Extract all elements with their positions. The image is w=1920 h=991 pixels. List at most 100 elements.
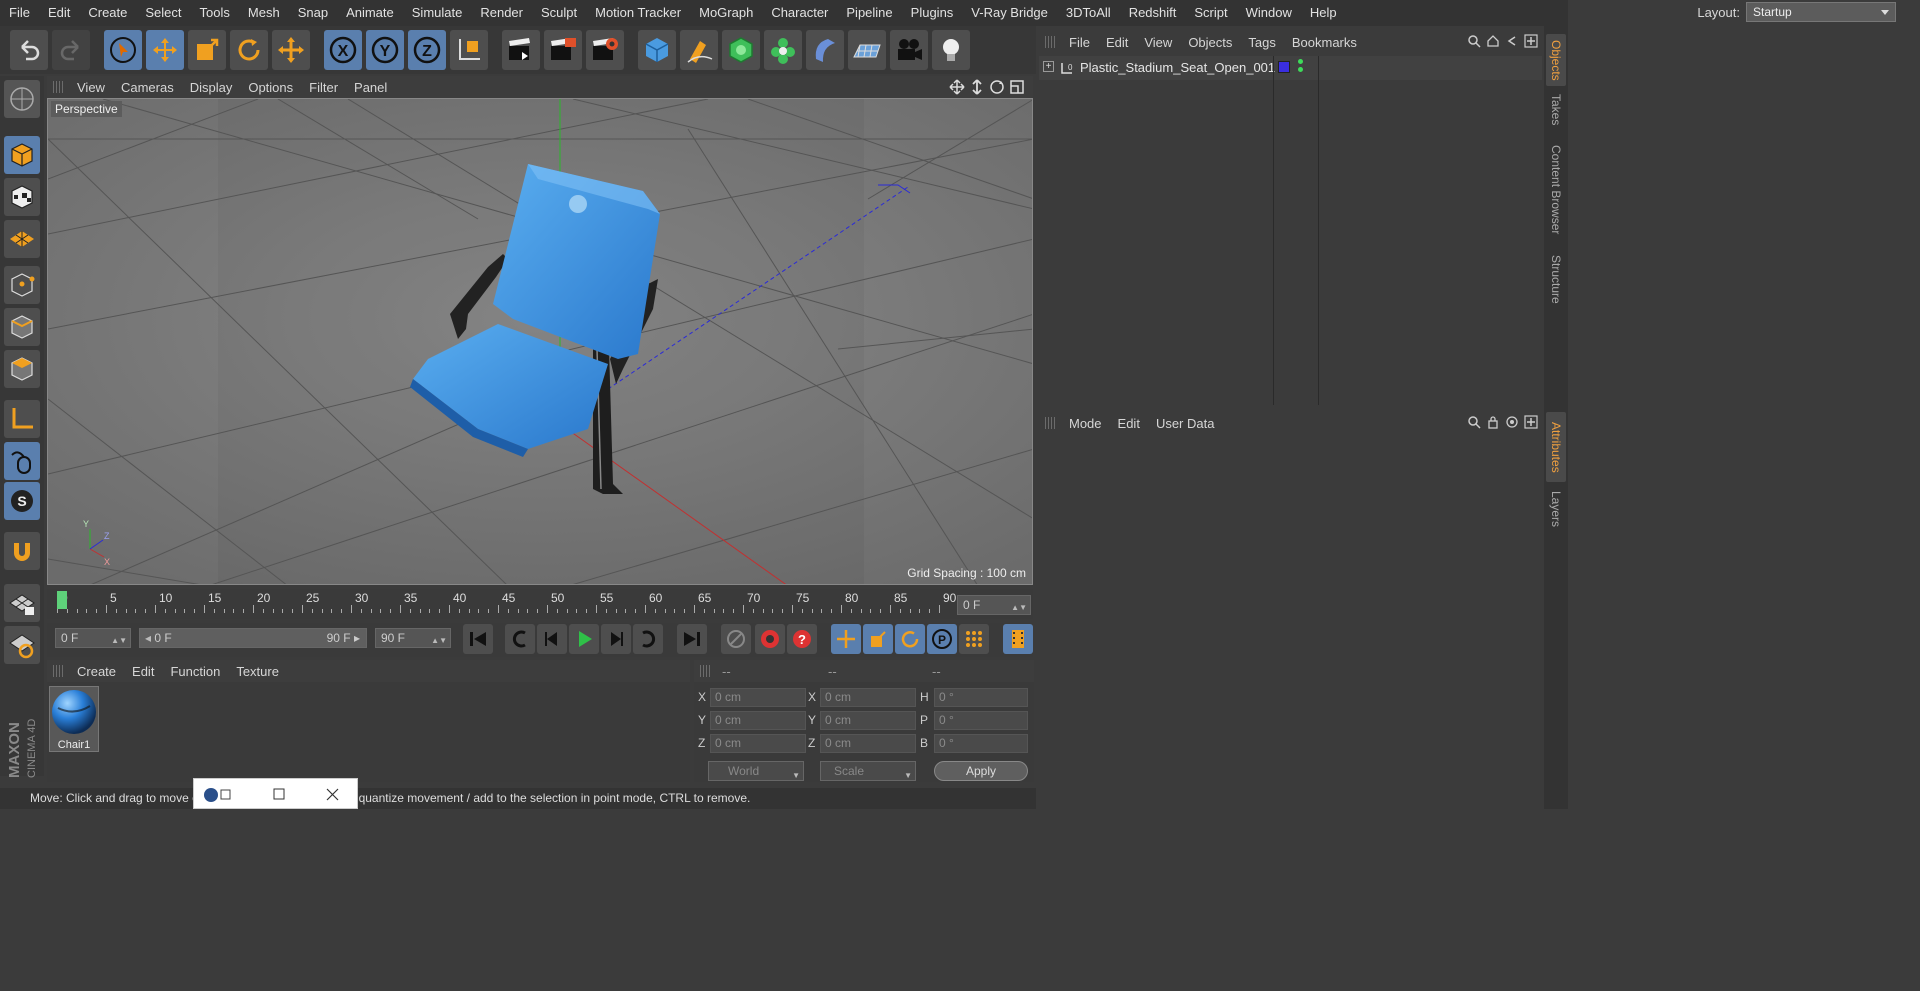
next-keyframe-button[interactable] <box>633 624 663 654</box>
lock-icon[interactable] <box>1486 415 1500 429</box>
camera-button[interactable] <box>890 30 928 70</box>
viewport-menu-display[interactable]: Display <box>182 80 241 95</box>
viewport-menu-view[interactable]: View <box>69 80 113 95</box>
new-panel-icon[interactable] <box>1524 415 1538 429</box>
key-pla-button[interactable] <box>959 624 989 654</box>
menu-snap[interactable]: Snap <box>289 0 337 26</box>
display-color-tag-icon[interactable] <box>1278 61 1290 73</box>
menu-help[interactable]: Help <box>1301 0 1346 26</box>
key-position-button[interactable] <box>831 624 861 654</box>
z-axis-lock-button[interactable]: Z <box>408 30 446 70</box>
previous-keyframe-button[interactable] <box>505 624 535 654</box>
menu-select[interactable]: Select <box>136 0 190 26</box>
viewport-menu-cameras[interactable]: Cameras <box>113 80 182 95</box>
apply-button[interactable]: Apply <box>934 761 1028 781</box>
object-menu-bookmarks[interactable]: Bookmarks <box>1284 35 1365 50</box>
tab-takes[interactable]: Takes <box>1546 90 1566 130</box>
workplane-mode-button[interactable] <box>4 220 40 258</box>
menu-file[interactable]: File <box>0 0 39 26</box>
menu-script[interactable]: Script <box>1185 0 1236 26</box>
coordinate-system-button[interactable] <box>450 30 488 70</box>
tab-content-browser[interactable]: Content Browser <box>1546 136 1566 244</box>
autokey-button[interactable]: ? <box>787 624 817 654</box>
scale-tool-button[interactable] <box>188 30 226 70</box>
transform-tool-button[interactable] <box>272 30 310 70</box>
render-view-button[interactable] <box>502 30 540 70</box>
start-frame-field[interactable]: 0 F ▲▼ <box>55 628 131 648</box>
keyframe-selection-button[interactable] <box>721 624 751 654</box>
menu-3dtoall[interactable]: 3DToAll <box>1057 0 1120 26</box>
menu-tools[interactable]: Tools <box>191 0 239 26</box>
coordinate-value-field[interactable]: 0 cm <box>820 734 916 753</box>
planar-workplane-button[interactable] <box>4 626 40 664</box>
next-frame-button[interactable] <box>601 624 631 654</box>
menu-simulate[interactable]: Simulate <box>403 0 472 26</box>
axis-mode-button[interactable] <box>4 400 40 438</box>
timeline-window-button[interactable] <box>1003 624 1033 654</box>
floor-button[interactable] <box>848 30 886 70</box>
viewport-menu-options[interactable]: Options <box>240 80 301 95</box>
key-parameter-button[interactable]: P <box>927 624 957 654</box>
menu-pipeline[interactable]: Pipeline <box>837 0 901 26</box>
coordinate-value-field[interactable]: 0 cm <box>710 734 806 753</box>
coordinate-value-field[interactable]: 0 cm <box>820 711 916 730</box>
attribute-menu-user-data[interactable]: User Data <box>1148 416 1223 431</box>
render-visibility-dot[interactable] <box>1298 67 1303 72</box>
cloner-button[interactable] <box>764 30 802 70</box>
navigate-back-icon[interactable] <box>1505 34 1519 48</box>
object-menu-file[interactable]: File <box>1061 35 1098 50</box>
add-cube-button[interactable] <box>638 30 676 70</box>
menu-mograph[interactable]: MoGraph <box>690 0 762 26</box>
menu-mesh[interactable]: Mesh <box>239 0 289 26</box>
pan-view-icon[interactable] <box>949 79 965 95</box>
object-menu-objects[interactable]: Objects <box>1180 35 1240 50</box>
coordinate-value-field[interactable]: 0 ° <box>934 711 1028 730</box>
menu-animate[interactable]: Animate <box>337 0 403 26</box>
snap-button[interactable] <box>4 532 40 570</box>
undo-button[interactable] <box>10 30 48 70</box>
new-panel-icon[interactable] <box>1524 34 1538 48</box>
points-mode-button[interactable] <box>4 266 40 304</box>
menu-redshift[interactable]: Redshift <box>1120 0 1186 26</box>
key-scale-button[interactable] <box>863 624 893 654</box>
coordinate-mode-select[interactable]: Scale ▼ <box>820 761 916 781</box>
editor-visibility-dot[interactable] <box>1298 59 1303 64</box>
redo-button[interactable] <box>52 30 90 70</box>
material-menu-texture[interactable]: Texture <box>228 664 287 679</box>
object-name[interactable]: Plastic_Stadium_Seat_Open_001 <box>1080 60 1275 75</box>
record-button[interactable] <box>755 624 785 654</box>
tab-attributes[interactable]: Attributes <box>1546 412 1566 482</box>
timeline-ruler[interactable]: 051015202530354045505560657075808590 0 F… <box>47 589 1033 619</box>
menu-create[interactable]: Create <box>79 0 136 26</box>
menu-plugins[interactable]: Plugins <box>902 0 963 26</box>
rotate-tool-button[interactable] <box>230 30 268 70</box>
model-mode-button[interactable] <box>4 136 40 174</box>
object-menu-edit[interactable]: Edit <box>1098 35 1136 50</box>
material-menu-function[interactable]: Function <box>162 664 228 679</box>
menu-v-ray-bridge[interactable]: V-Ray Bridge <box>962 0 1057 26</box>
go-to-start-button[interactable] <box>463 624 493 654</box>
viewport-menu-panel[interactable]: Panel <box>346 80 395 95</box>
render-picture-viewer-button[interactable] <box>544 30 582 70</box>
polygons-mode-button[interactable] <box>4 350 40 388</box>
timeline-playhead[interactable] <box>57 591 67 609</box>
deformer-button[interactable] <box>806 30 844 70</box>
locked-workplane-button[interactable] <box>4 584 40 622</box>
y-axis-lock-button[interactable]: Y <box>366 30 404 70</box>
move-tool-button[interactable] <box>146 30 184 70</box>
render-settings-button[interactable] <box>586 30 624 70</box>
menu-character[interactable]: Character <box>762 0 837 26</box>
tab-layers[interactable]: Layers <box>1546 486 1566 532</box>
layout-select[interactable]: Startup <box>1746 2 1896 22</box>
select-tool-button[interactable] <box>104 30 142 70</box>
zoom-view-icon[interactable] <box>969 79 985 95</box>
object-menu-view[interactable]: View <box>1136 35 1180 50</box>
material-menu-edit[interactable]: Edit <box>124 664 162 679</box>
maximize-view-icon[interactable] <box>1009 79 1025 95</box>
go-to-end-button[interactable] <box>677 624 707 654</box>
menu-motion-tracker[interactable]: Motion Tracker <box>586 0 690 26</box>
search-icon[interactable] <box>1467 415 1481 429</box>
target-icon[interactable] <box>1505 415 1519 429</box>
attribute-menu-mode[interactable]: Mode <box>1061 416 1110 431</box>
subdivision-surface-button[interactable] <box>722 30 760 70</box>
